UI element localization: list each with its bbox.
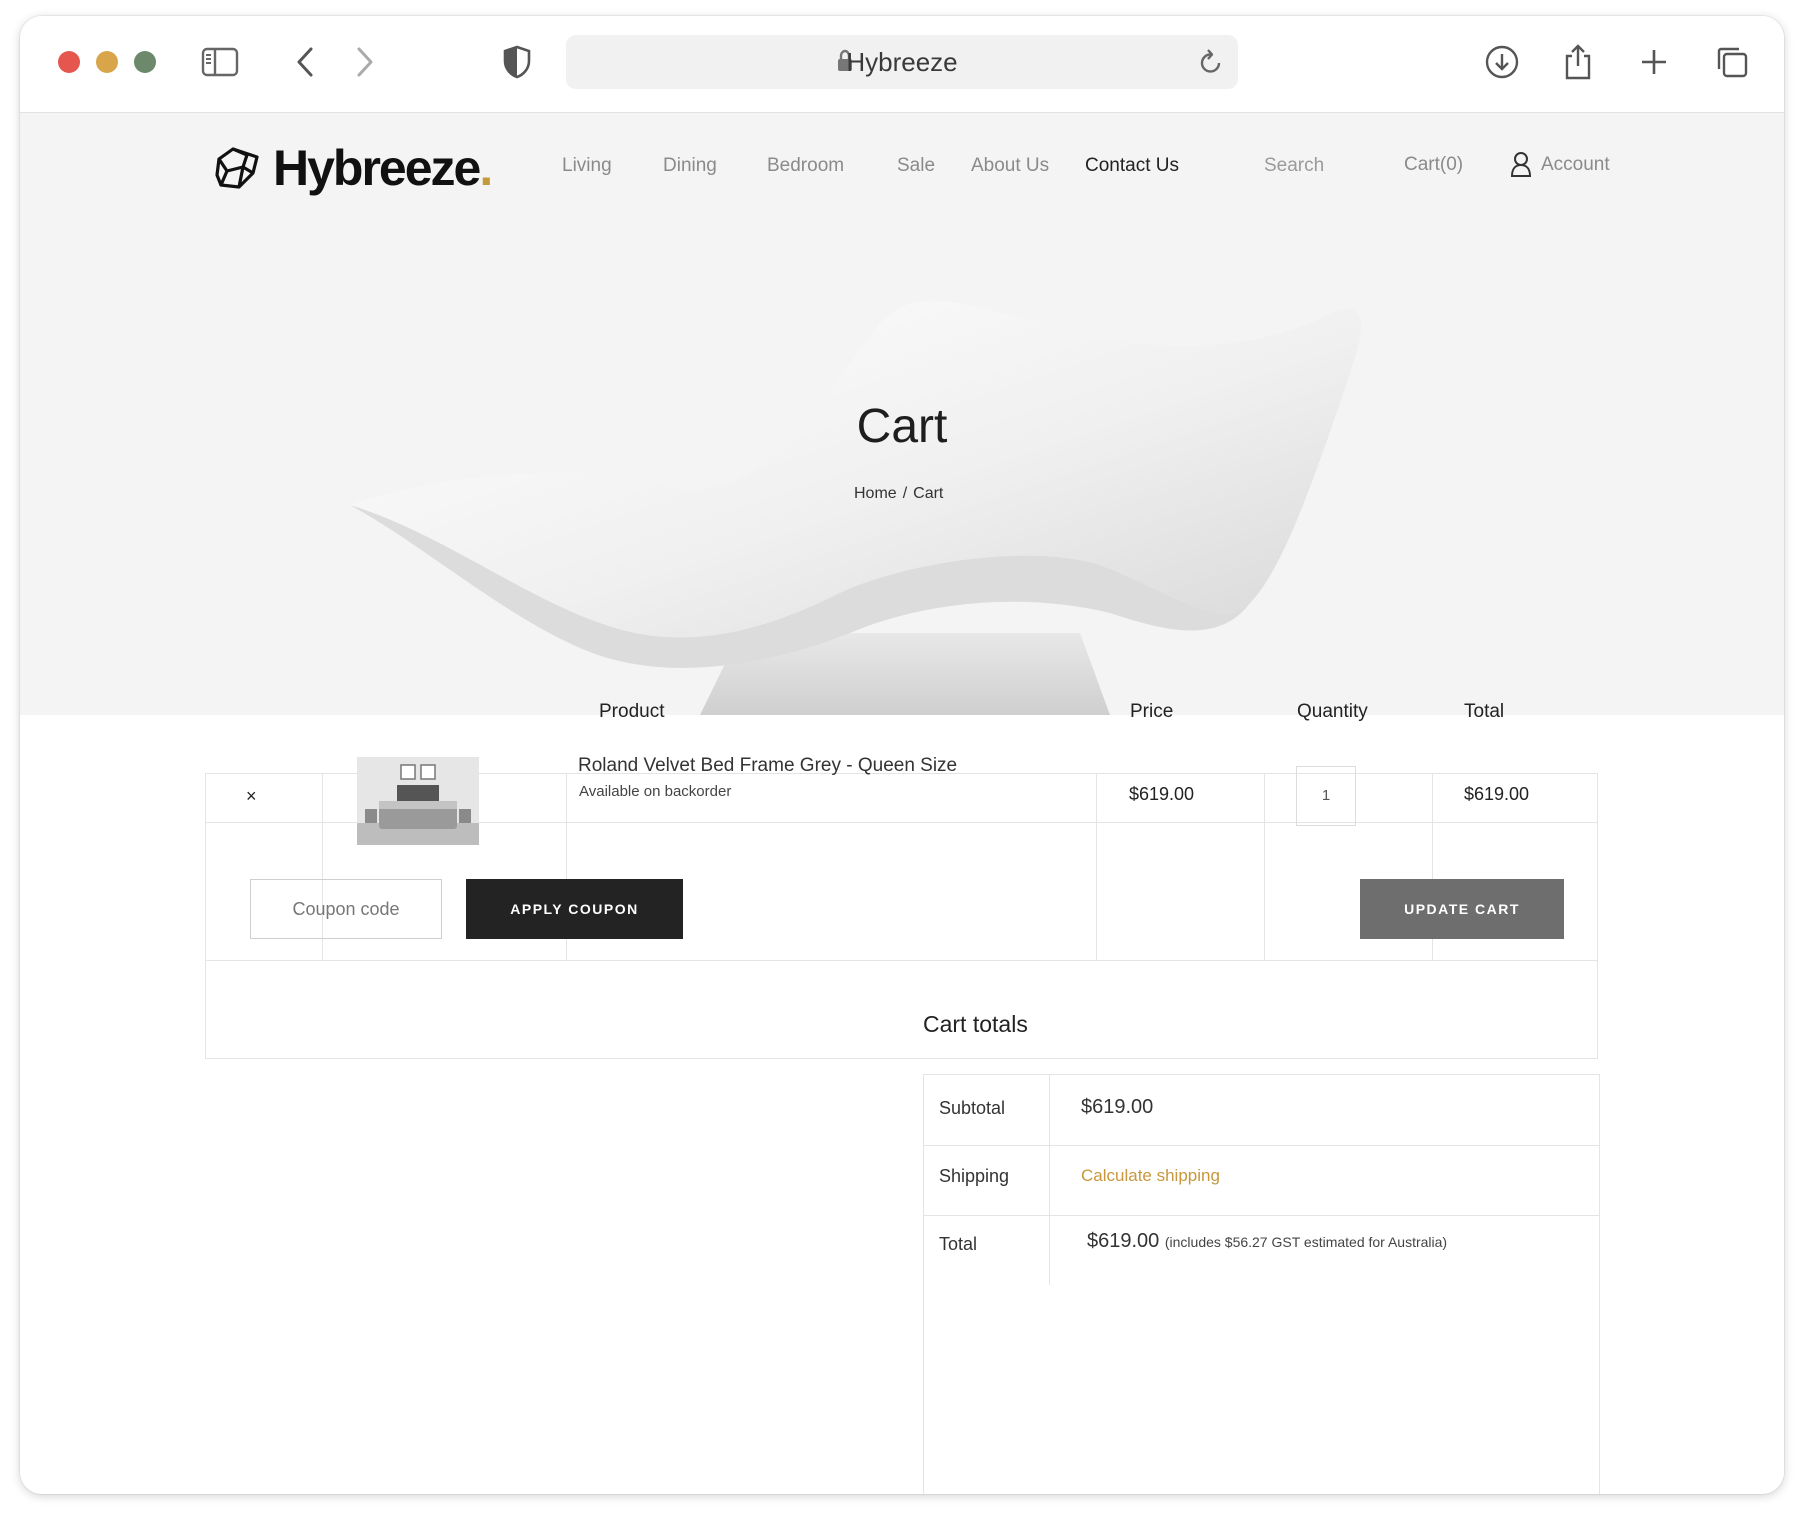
sidebar-toggle-icon[interactable] xyxy=(200,44,240,80)
nav-about[interactable]: About Us xyxy=(971,155,1049,177)
tab-overview-icon[interactable] xyxy=(1714,44,1750,80)
coupon-code-input[interactable]: Coupon code xyxy=(250,879,442,939)
address-bar[interactable]: Hybreeze xyxy=(566,35,1238,89)
backorder-status: Available on backorder xyxy=(579,783,732,800)
header-price: Price xyxy=(1130,701,1174,722)
header-product: Product xyxy=(599,701,665,722)
account-icon[interactable] xyxy=(1510,151,1532,183)
nav-living[interactable]: Living xyxy=(562,155,612,177)
cart-totals-table xyxy=(923,1074,1600,1494)
breadcrumb: Home / Cart xyxy=(854,485,949,503)
product-name-link[interactable]: Roland Velvet Bed Frame Grey - Queen Siz… xyxy=(578,755,957,777)
new-tab-icon[interactable] xyxy=(1638,44,1670,80)
subtotal-label: Subtotal xyxy=(939,1098,1006,1118)
logo-mark-icon xyxy=(215,147,259,189)
address-title: Hybreeze xyxy=(846,47,958,77)
gst-note: (includes $56.27 GST estimated for Austr… xyxy=(1164,1234,1448,1250)
share-icon[interactable] xyxy=(1562,44,1594,80)
forward-arrow-icon[interactable] xyxy=(350,44,380,80)
total-label: Total xyxy=(939,1234,978,1254)
cart-totals-heading: Cart totals xyxy=(923,1011,1028,1037)
header-total: Total xyxy=(1464,701,1505,722)
item-price: $619.00 xyxy=(1129,784,1195,804)
browser-toolbar: Hybreeze xyxy=(20,16,1784,113)
cart-link[interactable]: Cart(0) xyxy=(1404,154,1463,176)
update-cart-button[interactable]: UPDATE CART xyxy=(1360,879,1564,939)
breadcrumb-current: Cart xyxy=(913,485,944,502)
logo-text: Hybreeze xyxy=(273,140,481,196)
minimize-window-button[interactable] xyxy=(96,51,118,73)
site-logo[interactable]: Hybreeze. xyxy=(213,139,493,197)
product-thumbnail[interactable] xyxy=(357,757,479,845)
breadcrumb-separator: / xyxy=(902,485,908,502)
row-divider xyxy=(206,960,1597,961)
quantity-input[interactable]: 1 xyxy=(1296,766,1356,826)
zoom-window-button[interactable] xyxy=(134,51,156,73)
header-quantity: Quantity xyxy=(1297,701,1368,722)
nav-bedroom[interactable]: Bedroom xyxy=(767,155,844,177)
browser-window: Hybreeze Hybreeze . Living Dining Bedroo… xyxy=(20,16,1784,1494)
total-value-line: $619.00 (includes $56.27 GST estimated f… xyxy=(1087,1230,1447,1253)
total-value: $619.00 xyxy=(1087,1230,1160,1252)
item-total: $619.00 xyxy=(1464,784,1530,804)
account-link[interactable]: Account xyxy=(1541,154,1610,176)
shield-icon[interactable] xyxy=(502,44,532,80)
apply-coupon-button[interactable]: APPLY COUPON xyxy=(466,879,683,939)
page-title: Cart xyxy=(856,400,948,453)
nav-sale[interactable]: Sale xyxy=(897,155,935,177)
logo-dot: . xyxy=(479,140,494,196)
breadcrumb-home[interactable]: Home xyxy=(854,485,897,502)
search-link[interactable]: Search xyxy=(1264,155,1324,177)
nav-contact[interactable]: Contact Us xyxy=(1085,155,1179,177)
totals-divider xyxy=(924,1145,1599,1146)
back-arrow-icon[interactable] xyxy=(290,44,320,80)
reload-icon[interactable] xyxy=(1198,48,1224,81)
calculate-shipping-link[interactable]: Calculate shipping xyxy=(1081,1166,1220,1186)
hero-banner: Hybreeze. Living Dining Bedroom Sale Abo… xyxy=(20,113,1784,715)
remove-item-button[interactable]: × xyxy=(246,786,257,807)
totals-divider xyxy=(924,1215,1599,1216)
subtotal-value: $619.00 xyxy=(1081,1096,1154,1118)
nav-dining[interactable]: Dining xyxy=(663,155,717,177)
download-icon[interactable] xyxy=(1484,44,1520,80)
close-window-button[interactable] xyxy=(58,51,80,73)
shipping-label: Shipping xyxy=(939,1166,1010,1186)
